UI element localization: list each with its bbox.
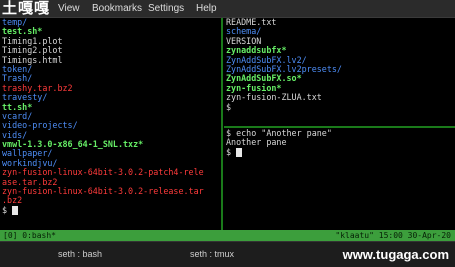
left-pane-line: token/ bbox=[0, 64, 221, 74]
line-text: zyn-fusion-linux-64bit-3.0.2-release.tar bbox=[2, 186, 204, 197]
menu-view[interactable]: View bbox=[58, 0, 80, 17]
left-pane-line: $ bbox=[0, 204, 221, 215]
left-pane-line: travesty/ bbox=[0, 92, 221, 102]
watermark: www.tugaga.com bbox=[342, 247, 449, 262]
left-pane-line: video-projects/ bbox=[0, 121, 221, 130]
vertical-pane-divider[interactable] bbox=[221, 18, 223, 230]
line-text: zyn-fusion-ZLUA.txt bbox=[226, 92, 322, 103]
right-top-terminal-pane[interactable]: README.txt schema/VERSION zynaddsubfx* ZynA… bbox=[224, 18, 455, 126]
left-pane-line: zyn-fusion-linux-64bit-3.0.2-release.tar bbox=[0, 186, 221, 197]
left-terminal-pane[interactable]: temp/test.sh* Timing1.plot Timing2.plot Tim… bbox=[0, 18, 221, 230]
left-pane-line: Timings.html bbox=[0, 55, 221, 65]
right-bottom-terminal-pane[interactable]: $ echo "Another pane" Another pane $ bbox=[224, 129, 455, 230]
horizontal-pane-divider[interactable] bbox=[224, 126, 455, 128]
menu-settings[interactable]: Settings bbox=[148, 0, 184, 17]
left-pane-line: tt.sh* bbox=[0, 102, 221, 112]
text-cursor bbox=[12, 205, 19, 215]
right-top-pane-line: $ bbox=[224, 101, 455, 112]
line-text: $ bbox=[226, 101, 237, 112]
status-clock: "klaatu" 15:00 30-Apr-20 bbox=[335, 231, 451, 240]
site-logo: 土嘎嘎 bbox=[2, 0, 51, 17]
status-window-list: [0] 0:bash* bbox=[3, 231, 56, 240]
right-bot-pane-line: $ bbox=[224, 146, 455, 157]
tab-seth-bash[interactable]: seth : bash bbox=[58, 248, 102, 261]
text-cursor bbox=[236, 147, 243, 157]
line-text: $ bbox=[226, 146, 237, 157]
menu-bar: 土嘎嘎 View Bookmarks Settings Help bbox=[0, 0, 455, 18]
tmux-status-bar: [0] 0:bash* "klaatu" 15:00 30-Apr-20 bbox=[0, 230, 455, 241]
menu-bookmarks[interactable]: Bookmarks bbox=[92, 0, 142, 17]
right-top-pane-line: zyn-fusion-ZLUA.txt bbox=[224, 92, 455, 103]
right-bot-pane-line: Another pane bbox=[224, 138, 455, 147]
tab-seth-tmux[interactable]: seth : tmux bbox=[190, 248, 234, 261]
left-pane-line: .bz2 bbox=[0, 196, 221, 205]
menu-help[interactable]: Help bbox=[196, 0, 217, 17]
terminal-tab-bar: seth : bash seth : tmux www.tugaga.com bbox=[0, 241, 455, 267]
line-text: $ bbox=[2, 204, 13, 215]
